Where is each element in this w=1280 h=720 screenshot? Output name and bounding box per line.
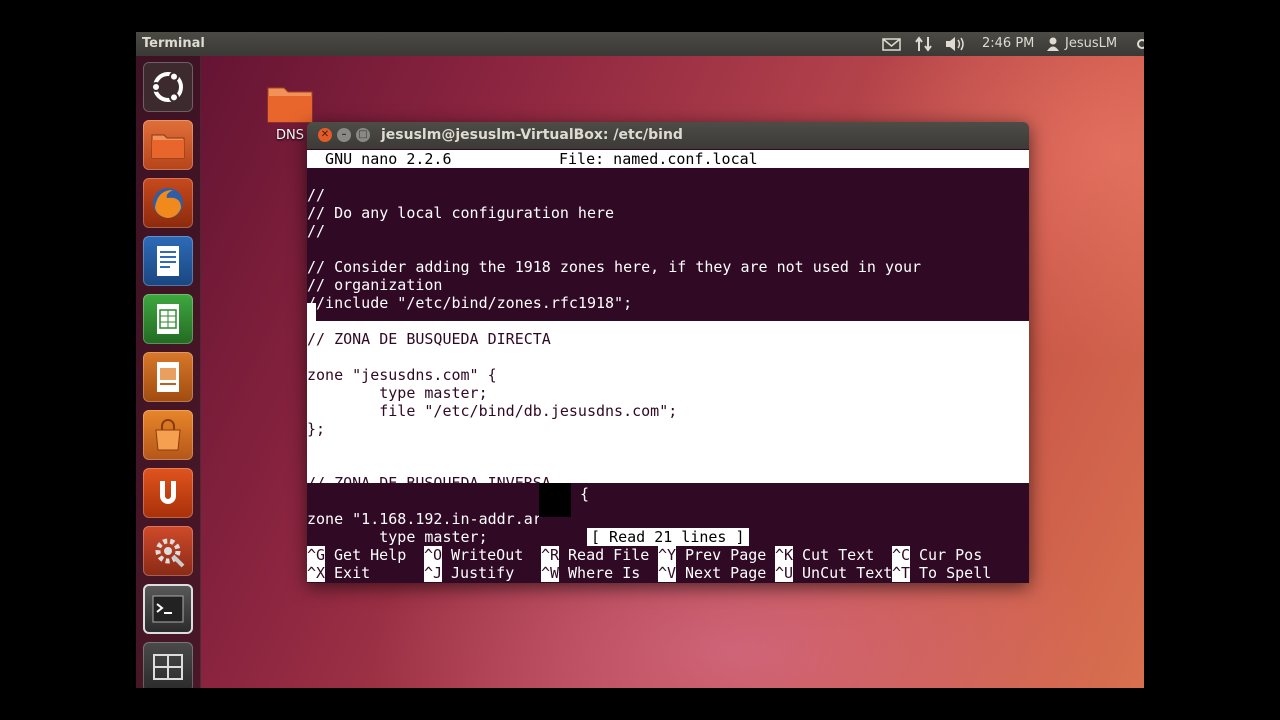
shortcut-key[interactable]: ^R: [541, 546, 560, 564]
line-tail: {: [571, 485, 590, 503]
shortcut-label[interactable]: Get Help: [325, 546, 406, 564]
terminal-content[interactable]: GNU nano 2.2.6 File: named.conf.local ///…: [307, 149, 1029, 583]
firefox-launcher-button[interactable]: [143, 178, 193, 228]
launcher: [136, 56, 201, 688]
editor-line: //: [307, 186, 326, 204]
impress-presentation-icon: [157, 362, 179, 392]
shopping-bag-icon: [155, 419, 181, 451]
session-gear-icon[interactable]: [1134, 35, 1144, 53]
window-titlebar[interactable]: ✕ – □ jesuslm@jesuslm-VirtualBox: /etc/b…: [307, 122, 1029, 149]
shortcut-label[interactable]: Cut Text: [793, 546, 874, 564]
maximize-button[interactable]: □: [356, 128, 370, 142]
files-launcher-button[interactable]: [143, 120, 193, 170]
shortcut-row-1: ^G Get Help ^O WriteOut ^R Read File ^Y Pre…: [307, 546, 1029, 564]
folder-icon: [267, 87, 313, 123]
system-settings-launcher-button[interactable]: [143, 526, 193, 576]
shortcut-key[interactable]: ^C: [892, 546, 911, 564]
shortcut-key[interactable]: ^X: [307, 564, 326, 582]
shortcut-key[interactable]: ^T: [892, 564, 911, 582]
shortcut-key[interactable]: ^U: [775, 564, 794, 582]
user-icon: [1046, 35, 1060, 53]
editor-line: // organization: [307, 276, 443, 294]
workspace-grid-icon: [153, 654, 183, 680]
firefox-icon: [153, 188, 183, 218]
shortcut-label[interactable]: Next Page: [676, 564, 766, 582]
clock[interactable]: 2:46 PM: [982, 35, 1034, 53]
settings-gear-icon: [155, 538, 185, 568]
top-panel: Terminal 2:46 PM JesusLM: [136, 32, 1144, 56]
impress-launcher-button[interactable]: [143, 352, 193, 402]
network-icon[interactable]: [914, 35, 934, 53]
shortcut-key[interactable]: ^K: [775, 546, 794, 564]
calc-spreadsheet-icon: [157, 304, 179, 334]
mail-icon[interactable]: [882, 35, 902, 53]
terminal-icon: [152, 595, 184, 623]
shortcut-label[interactable]: Where Is: [559, 564, 640, 582]
close-button[interactable]: ✕: [318, 128, 332, 142]
shortcut-key[interactable]: ^W: [541, 564, 560, 582]
shortcut-label[interactable]: WriteOut: [442, 546, 523, 564]
nano-version: GNU nano 2.2.6: [307, 150, 452, 168]
shortcut-key[interactable]: ^V: [658, 564, 677, 582]
shortcut-label[interactable]: UnCut Text: [793, 564, 892, 582]
desktop-screen: Terminal 2:46 PM JesusLM DNS ✕ – □ jesus…: [136, 32, 1144, 688]
shortcut-key[interactable]: ^J: [424, 564, 443, 582]
terminal-launcher-button[interactable]: [143, 584, 193, 634]
shortcut-label[interactable]: Prev Page: [676, 546, 766, 564]
shortcut-label[interactable]: Cur Pos: [910, 546, 982, 564]
editor-line: // ZONA DE BUSQUEDA DIRECTA: [307, 330, 551, 348]
editor-line: type master;: [307, 384, 488, 402]
shortcut-key[interactable]: ^G: [307, 546, 326, 564]
shortcut-label[interactable]: To Spell: [910, 564, 991, 582]
shortcut-key[interactable]: ^Y: [658, 546, 677, 564]
shortcut-label[interactable]: Read File: [559, 546, 649, 564]
ubuntu-one-icon: [160, 481, 176, 504]
nano-status-message: [ Read 21 lines ]: [587, 528, 749, 546]
redaction-box: [539, 483, 571, 517]
window-title: jesuslm@jesuslm-VirtualBox: /etc/bind: [381, 127, 683, 143]
shortcut-row-2: ^X Exit ^J Justify ^W Where Is ^V Next Page…: [307, 564, 1029, 582]
user-name[interactable]: JesusLM: [1065, 35, 1117, 53]
writer-launcher-button[interactable]: [143, 236, 193, 286]
editor-line: // Consider adding the 1918 zones here, …: [307, 258, 922, 276]
editor-line: // ZONA DE BUSQUEDA INVERSA: [307, 474, 551, 492]
volume-icon[interactable]: [944, 35, 968, 53]
minimize-button[interactable]: –: [337, 128, 351, 142]
editor-line: file "/etc/bind/db.jesusdns.com";: [307, 402, 678, 420]
editor-line: zone "jesusdns.com" {: [307, 366, 497, 384]
shortcut-key[interactable]: ^O: [424, 546, 443, 564]
editor-line: // Do any local configuration here: [307, 204, 615, 222]
nano-header: GNU nano 2.2.6 File: named.conf.local: [307, 150, 1029, 168]
shortcut-label[interactable]: Justify: [442, 564, 514, 582]
ubuntu-logo-icon: [151, 71, 183, 103]
editor-line: zone "1.168.192.in-addr.ar: [307, 510, 542, 528]
editor-line: //: [307, 222, 326, 240]
folder-icon: [151, 134, 185, 159]
calc-launcher-button[interactable]: [143, 294, 193, 344]
terminal-window: ✕ – □ jesuslm@jesuslm-VirtualBox: /etc/b…: [307, 122, 1029, 583]
writer-document-icon: [157, 246, 179, 276]
editor-line: };: [307, 420, 326, 438]
editor-line: //include "/etc/bind/zones.rfc1918";: [307, 294, 633, 312]
workspace-switcher-button[interactable]: [143, 642, 193, 688]
software-center-launcher-button[interactable]: [143, 410, 193, 460]
shortcut-label[interactable]: Exit: [325, 564, 370, 582]
dash-home-button[interactable]: [143, 62, 193, 112]
active-app-title: Terminal: [142, 36, 205, 51]
nano-filename: File: named.conf.local: [559, 150, 758, 168]
ubuntu-one-launcher-button[interactable]: [143, 468, 193, 518]
